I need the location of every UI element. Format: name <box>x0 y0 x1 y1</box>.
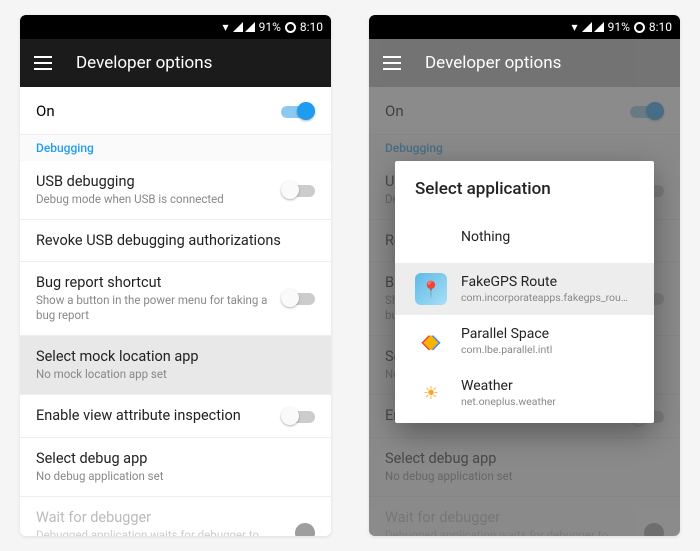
battery-percent: 91% <box>259 20 281 34</box>
page-title: Developer options <box>76 53 212 73</box>
row-sub: Debug mode when USB is connected <box>36 192 269 207</box>
wifi-icon: ▾ <box>572 20 578 34</box>
select-application-dialog: Select application Nothing FakeGPS Route… <box>395 161 654 423</box>
signal-icon-2 <box>245 22 255 32</box>
option-parallel[interactable]: Parallel Space com.lbe.parallel.intl <box>395 315 654 367</box>
row-label: Wait for debugger <box>36 509 283 526</box>
row-sub: No debug application set <box>36 469 315 484</box>
option-fakegps[interactable]: FakeGPS Route com.incorporateapps.fakegp… <box>395 263 654 315</box>
master-toggle-row[interactable]: On <box>20 87 331 135</box>
option-sub: com.incorporateapps.fakegps_rou… <box>461 291 628 304</box>
wait-toggle-disabled <box>295 523 315 536</box>
dialog-title: Select application <box>395 161 654 211</box>
row-select-debug-app[interactable]: Select debug app No debug application se… <box>20 438 331 497</box>
menu-icon[interactable] <box>34 56 52 70</box>
row-sub: Debugged application waits for debugger … <box>36 528 283 536</box>
blank-icon <box>415 221 447 253</box>
app-bar: Developer options <box>369 39 680 87</box>
row-sub: Show a button in the power menu for taki… <box>36 293 269 323</box>
wifi-icon: ▾ <box>223 20 229 34</box>
page-title: Developer options <box>425 53 561 73</box>
row-label: Enable view attribute inspection <box>36 407 269 424</box>
signal-icon-1 <box>582 22 592 32</box>
row-label: Revoke USB debugging authorizations <box>36 232 315 249</box>
row-usb-debugging[interactable]: USB debugging Debug mode when USB is con… <box>20 161 331 220</box>
row-revoke-usb[interactable]: Revoke USB debugging authorizations <box>20 220 331 262</box>
clock: 8:10 <box>300 20 323 34</box>
option-weather[interactable]: Weather net.oneplus.weather <box>395 367 654 419</box>
parallel-icon <box>415 325 447 357</box>
row-bug-report[interactable]: Bug report shortcut Show a button in the… <box>20 262 331 336</box>
battery-percent: 91% <box>608 20 630 34</box>
option-label: Weather <box>461 378 556 394</box>
row-view-attr[interactable]: Enable view attribute inspection <box>20 395 331 438</box>
phone-right: ▾ 91% 8:10 Developer options On Debuggin… <box>369 15 680 536</box>
weather-icon <box>415 377 447 409</box>
option-label: Nothing <box>461 229 510 245</box>
fakegps-icon <box>415 273 447 305</box>
viewattr-toggle[interactable] <box>281 407 315 425</box>
usb-toggle[interactable] <box>281 181 315 199</box>
status-bar: ▾ 91% 8:10 <box>369 15 680 39</box>
option-label: Parallel Space <box>461 326 552 342</box>
row-wait-debugger: Wait for debugger Debugged application w… <box>20 497 331 536</box>
signal-icon-1 <box>233 22 243 32</box>
app-bar: Developer options <box>20 39 331 87</box>
battery-icon <box>285 22 296 33</box>
option-nothing[interactable]: Nothing <box>395 211 654 263</box>
menu-icon <box>383 56 401 70</box>
master-toggle[interactable] <box>281 102 315 120</box>
row-label: Select debug app <box>36 450 315 467</box>
clock: 8:10 <box>649 20 672 34</box>
status-bar: ▾ 91% 8:10 <box>20 15 331 39</box>
row-label: Bug report shortcut <box>36 274 269 291</box>
row-label: USB debugging <box>36 173 269 190</box>
master-toggle-label: On <box>36 102 55 120</box>
option-label: FakeGPS Route <box>461 274 628 290</box>
row-label: Select mock location app <box>36 348 315 365</box>
option-sub: net.oneplus.weather <box>461 395 556 408</box>
row-sub: No mock location app set <box>36 367 315 382</box>
phone-left: ▾ 91% 8:10 Developer options On Debuggin… <box>20 15 331 536</box>
section-debugging: Debugging <box>20 135 331 161</box>
row-mock-location[interactable]: Select mock location app No mock locatio… <box>20 336 331 395</box>
battery-icon <box>634 22 645 33</box>
option-sub: com.lbe.parallel.intl <box>461 343 552 356</box>
signal-icon-2 <box>594 22 604 32</box>
bugreport-toggle[interactable] <box>281 289 315 307</box>
